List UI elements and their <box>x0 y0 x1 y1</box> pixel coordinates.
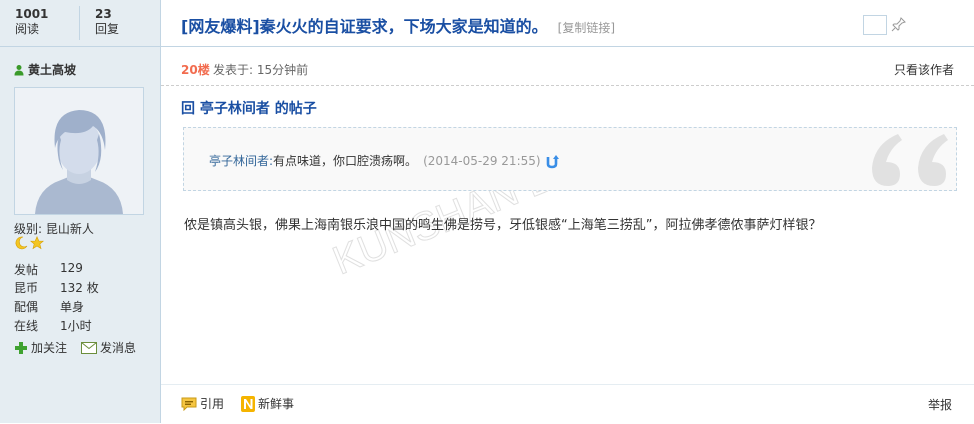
only-author-link[interactable]: 只看该作者 <box>894 61 954 78</box>
quote-author[interactable]: 亭子林间者: <box>209 152 273 169</box>
views-stat: 1001 阅读 <box>15 7 48 37</box>
thread-title: [网友爆料]秦火火的自证要求，下场大家是知道的。 [复制链接] <box>181 13 615 37</box>
post-meta: 20楼 发表于: 15分钟前 只看该作者 <box>161 47 974 86</box>
fresh-news-button[interactable]: 新鲜事 <box>241 395 294 412</box>
thread-header: 1001 阅读 23 回复 [网友爆料]秦火火的自证要求，下场大家是知道的。 [复… <box>0 0 974 47</box>
views-count: 1001 <box>15 7 49 21</box>
coins-label: 昆币 <box>14 281 39 295</box>
online-time-row: 在线 1小时 <box>14 317 92 334</box>
new-badge-icon <box>241 395 255 412</box>
thread-title-text: [网友爆料]秦火火的自证要求，下场大家是知道的。 <box>181 17 548 36</box>
star-icon <box>30 236 44 250</box>
moon-icon <box>15 236 28 250</box>
message-button[interactable]: 发消息 <box>81 339 136 356</box>
follow-label: 加关注 <box>31 341 68 355</box>
author-name[interactable]: 黄土高坡 <box>14 61 76 78</box>
quote-content: 亭子林间者: 有点味道，你口腔溃疡啊。 (2014-05-29 21:55) <box>209 152 561 169</box>
quote-label: 引用 <box>200 397 225 411</box>
post-count-value: 129 <box>60 261 83 275</box>
replies-label: 回复 <box>95 22 120 36</box>
replies-stat: 23 回复 <box>95 7 119 37</box>
quote-bubble-icon <box>181 397 197 411</box>
floor-number[interactable]: 20楼 <box>181 61 210 78</box>
envelope-icon <box>81 341 98 354</box>
post-content: 侬是镇高头银，佛果上海南银乐浪中国的鸣生佛是捞号，牙低银感“上海笔三捞乱”，阿拉… <box>184 218 822 233</box>
pin-icon[interactable] <box>891 16 907 32</box>
coins-value: 132 枚 <box>60 281 99 295</box>
plus-icon <box>15 341 27 354</box>
user-actions: 加关注 发消息 <box>14 339 136 356</box>
stats-divider <box>79 6 80 40</box>
avatar[interactable] <box>14 87 144 215</box>
fresh-news-label: 新鲜事 <box>258 397 295 411</box>
follow-button[interactable]: 加关注 <box>14 339 67 356</box>
views-label: 阅读 <box>15 22 40 36</box>
post-time: 发表于: 15分钟前 <box>213 63 309 77</box>
online-time-label: 在线 <box>14 319 39 333</box>
replies-count: 23 <box>95 7 112 21</box>
spouse-row: 配偶 单身 <box>14 298 84 315</box>
quote-mark-icon <box>872 134 948 186</box>
coins-row: 昆币 132 枚 <box>14 279 99 296</box>
reply-heading: 回 亭子林间者 的帖子 <box>181 101 317 117</box>
jump-to-post-icon[interactable] <box>545 153 561 169</box>
report-link[interactable]: 举报 <box>928 396 952 413</box>
avatar-silhouette-icon <box>15 88 143 214</box>
online-user-icon <box>14 64 24 75</box>
author-sidebar: 黄土高坡 级别: 昆山新人 发帖 129 昆币 132 枚 配偶 单身 在线 1… <box>0 47 161 423</box>
post-count-row: 发帖 129 <box>14 261 83 278</box>
post-count-label: 发帖 <box>14 263 39 277</box>
spouse-label: 配偶 <box>14 300 39 314</box>
copy-link[interactable]: [复制链接] <box>558 21 615 35</box>
message-label: 发消息 <box>100 341 137 355</box>
quote-block: 亭子林间者: 有点味道，你口腔溃疡啊。 (2014-05-29 21:55) <box>183 127 957 191</box>
author-name-text: 黄土高坡 <box>28 63 77 77</box>
quote-text: 有点味道，你口腔溃疡啊。 <box>273 154 418 168</box>
select-checkbox[interactable] <box>863 15 887 35</box>
online-time-value: 1小时 <box>60 319 92 333</box>
user-level: 级别: 昆山新人 <box>14 222 94 236</box>
level-badges <box>14 236 44 250</box>
quote-button[interactable]: 引用 <box>181 395 224 412</box>
post-actions: 引用 新鲜事 举报 <box>161 384 974 424</box>
thread-stats: 1001 阅读 23 回复 <box>0 0 161 46</box>
spouse-value: 单身 <box>60 300 85 314</box>
quote-date: (2014-05-29 21:55) <box>423 153 541 168</box>
